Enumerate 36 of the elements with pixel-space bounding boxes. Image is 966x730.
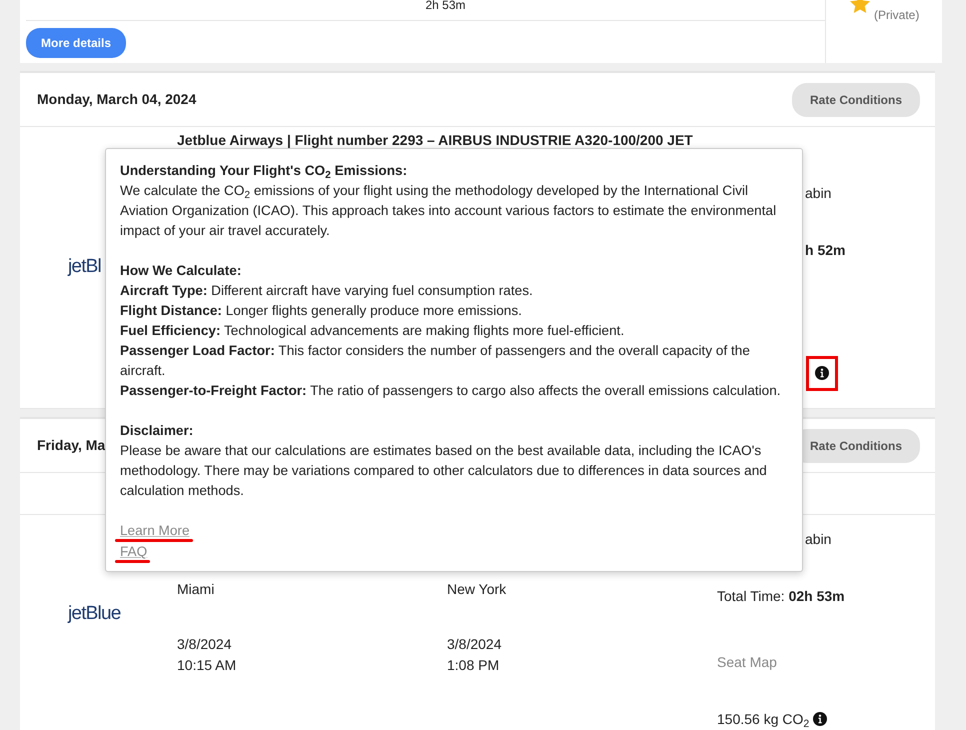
origin-city: Miami (177, 580, 216, 599)
co2-amount: 150.56 kg CO$_{2}$ (717, 711, 810, 727)
rate-conditions-button[interactable]: Rate Conditions (792, 82, 920, 116)
airline-logo: jetBlue (68, 602, 120, 626)
faq-link[interactable]: FAQ (120, 544, 148, 559)
section-text: We calculate the CO$_{2}$ emissions of your flight using the methodology developed by the International Civil Aviation Organization (ICAO). This approach takes into account various factors to estimate the environmental impact of your air travel accurately. (120, 182, 778, 240)
star-icon (850, 0, 870, 14)
info-icon[interactable] (813, 712, 828, 726)
more-details-button[interactable]: More details (26, 28, 126, 58)
departure-date: 3/8/2024 (177, 635, 232, 654)
cabin-label: abin (805, 530, 832, 549)
seat-map-link[interactable]: Seat Map (717, 652, 935, 673)
section-text: Please be aware that our calculations are estimates based on the best available data, including the ICAO's methodology. There may be variations compared to other calculators due to differences in data sources and calculation methods. (120, 442, 768, 500)
date-heading: Friday, Ma (37, 436, 106, 455)
arrival-date: 3/8/2024 (447, 635, 502, 654)
factor-text: Passenger-to-Freight Factor: The ratio of passengers to cargo also affects the overall emissions calculation. (120, 382, 782, 400)
learn-more-link[interactable]: Learn More (120, 523, 190, 538)
factor-text: Passenger Load Factor: This factor considers the number of passengers and the overall capacity of the aircraft. (120, 342, 751, 380)
arrival-time: 1:08 PM (447, 656, 500, 675)
factor-text: Aircraft Type: Different aircraft have varying fuel consumption rates. (120, 282, 534, 300)
section-heading: Understanding Your Flight's CO$_{2}$ Emissions: (120, 162, 408, 181)
flight-title: Jetblue Airways | Flight number 2293 – AIRBUS INDUSTRIE A320-100/200 JET (177, 131, 693, 150)
factor-text: Fuel Efficiency: Technological advancements are making flights more fuel-efficient. (120, 322, 626, 340)
date-heading: Monday, March 04, 2024 (37, 90, 196, 109)
cabin-label: abin (805, 184, 832, 203)
privacy-label: (Private) (874, 7, 920, 24)
section-heading: How We Calculate: (120, 262, 242, 280)
section-heading: Disclaimer: (120, 422, 194, 440)
info-icon[interactable] (815, 366, 829, 380)
factor-text: Flight Distance: Longer flights generally produce more emissions. (120, 302, 523, 320)
duration-text: 2h 53m (425, 0, 466, 12)
total-time: h 52m (805, 241, 846, 260)
departure-time: 10:15 AM (177, 656, 238, 675)
destination-city: New York (447, 580, 508, 599)
airline-logo: jetBl (68, 255, 101, 280)
total-time: Total Time: 02h 53m (717, 587, 846, 606)
